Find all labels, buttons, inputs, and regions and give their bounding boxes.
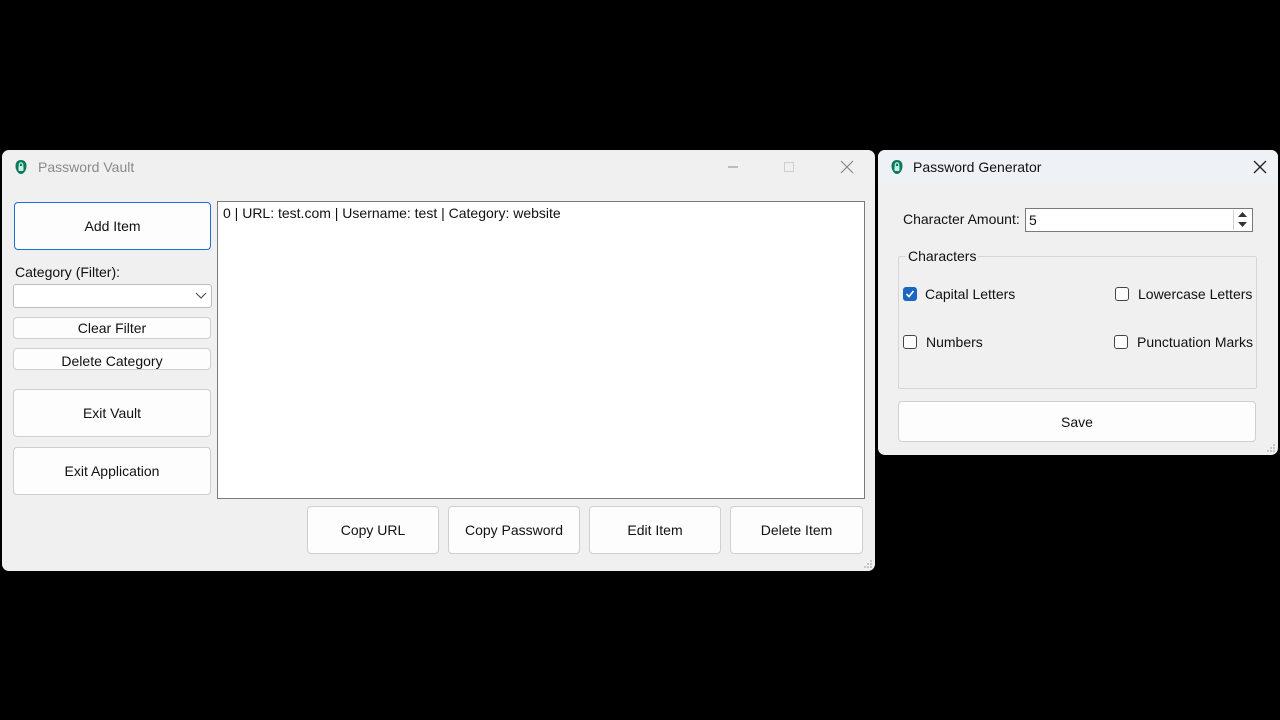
maximize-icon — [784, 162, 794, 172]
vault-items-list[interactable]: 0 | URL: test.com | Username: test | Cat… — [217, 201, 865, 499]
punctuation-marks-checkbox[interactable] — [1114, 335, 1128, 349]
vault-titlebar[interactable]: Password Vault — [2, 150, 875, 184]
close-icon — [840, 160, 854, 174]
arrow-up-icon[interactable] — [1238, 212, 1247, 218]
lowercase-letters-checkbox[interactable] — [1115, 287, 1129, 301]
vault-window-title: Password Vault — [38, 159, 135, 175]
delete-item-button[interactable]: Delete Item — [730, 506, 863, 554]
close-button[interactable] — [832, 155, 862, 179]
exit-vault-button[interactable]: Exit Vault — [13, 389, 211, 437]
password-generator-window: Password Generator Character Amount: 5 C… — [878, 150, 1278, 455]
characters-group — [898, 256, 1257, 389]
arrow-down-icon[interactable] — [1238, 222, 1247, 228]
resize-grip-icon[interactable] — [863, 559, 873, 569]
copy-password-button[interactable]: Copy Password — [448, 506, 580, 554]
characters-group-label: Characters — [906, 248, 979, 264]
generator-titlebar[interactable]: Password Generator — [878, 150, 1278, 184]
character-amount-stepper[interactable]: 5 — [1025, 208, 1253, 232]
capital-letters-label[interactable]: Capital Letters — [925, 286, 1015, 302]
category-filter-select[interactable] — [13, 284, 212, 308]
generator-window-title: Password Generator — [913, 159, 1042, 175]
delete-category-button[interactable]: Delete Category — [13, 348, 211, 370]
category-filter-label: Category (Filter): — [15, 264, 121, 280]
close-icon — [1253, 160, 1267, 174]
minimize-icon — [728, 166, 738, 168]
numbers-label[interactable]: Numbers — [926, 334, 983, 350]
exit-application-button[interactable]: Exit Application — [13, 447, 211, 495]
resize-grip-icon[interactable] — [1266, 443, 1276, 453]
list-item[interactable]: 0 | URL: test.com | Username: test | Cat… — [223, 205, 561, 221]
capital-letters-checkbox[interactable] — [903, 287, 917, 301]
clear-filter-button[interactable]: Clear Filter — [13, 317, 211, 339]
maximize-button[interactable] — [774, 155, 804, 179]
save-button[interactable]: Save — [898, 401, 1256, 442]
character-amount-label: Character Amount: — [903, 211, 1020, 227]
add-item-button[interactable]: Add Item — [14, 202, 211, 250]
chevron-down-icon — [195, 292, 207, 299]
generator-close-button[interactable] — [1245, 155, 1275, 179]
app-lock-icon — [15, 160, 27, 174]
edit-item-button[interactable]: Edit Item — [589, 506, 721, 554]
app-lock-icon — [891, 160, 903, 174]
copy-url-button[interactable]: Copy URL — [307, 506, 439, 554]
stepper-buttons[interactable] — [1233, 210, 1251, 230]
character-amount-value: 5 — [1029, 212, 1037, 228]
password-vault-window: Password Vault Add Item Category (Filter… — [2, 150, 875, 571]
lowercase-letters-label[interactable]: Lowercase Letters — [1138, 286, 1252, 302]
minimize-button[interactable] — [718, 155, 748, 179]
numbers-checkbox[interactable] — [903, 335, 917, 349]
punctuation-marks-label[interactable]: Punctuation Marks — [1137, 334, 1253, 350]
checkmark-icon — [905, 290, 915, 298]
